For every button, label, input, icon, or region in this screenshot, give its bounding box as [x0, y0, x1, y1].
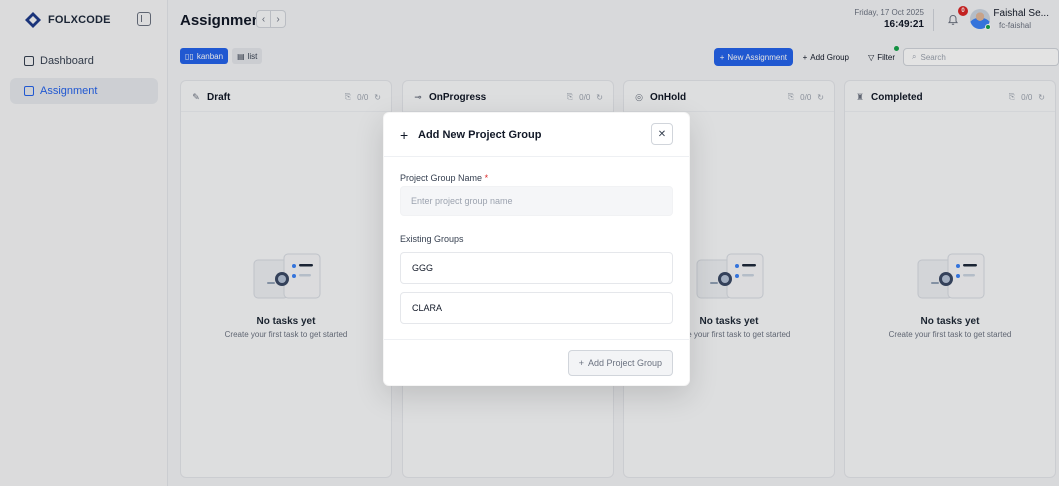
button-label: Add Project Group — [587, 358, 662, 368]
existing-groups-label: Existing Groups — [400, 234, 464, 244]
required-mark: * — [484, 173, 489, 183]
modal-footer: + Add Project Group — [384, 339, 689, 385]
add-project-group-modal: + Add New Project Group ✕ Project Group … — [383, 112, 690, 386]
add-project-group-button[interactable]: + Add Project Group — [567, 350, 673, 376]
label-text: Project Group Name — [400, 173, 483, 183]
existing-group-item[interactable]: GGG — [400, 252, 673, 284]
group-name: CLARA — [412, 303, 443, 313]
modal-header: + Add New Project Group ✕ — [384, 113, 689, 157]
existing-group-item[interactable]: CLARA — [400, 292, 673, 324]
plus-icon: + — [400, 127, 409, 143]
plus-icon: + — [578, 358, 584, 368]
project-group-name-input[interactable]: Enter project group name — [400, 186, 673, 216]
input-placeholder: Enter project group name — [411, 196, 513, 206]
group-name: GGG — [412, 263, 434, 273]
modal-title: Add New Project Group — [418, 129, 542, 141]
project-group-name-label: Project Group Name * — [400, 173, 488, 183]
close-button[interactable]: ✕ — [651, 123, 673, 145]
